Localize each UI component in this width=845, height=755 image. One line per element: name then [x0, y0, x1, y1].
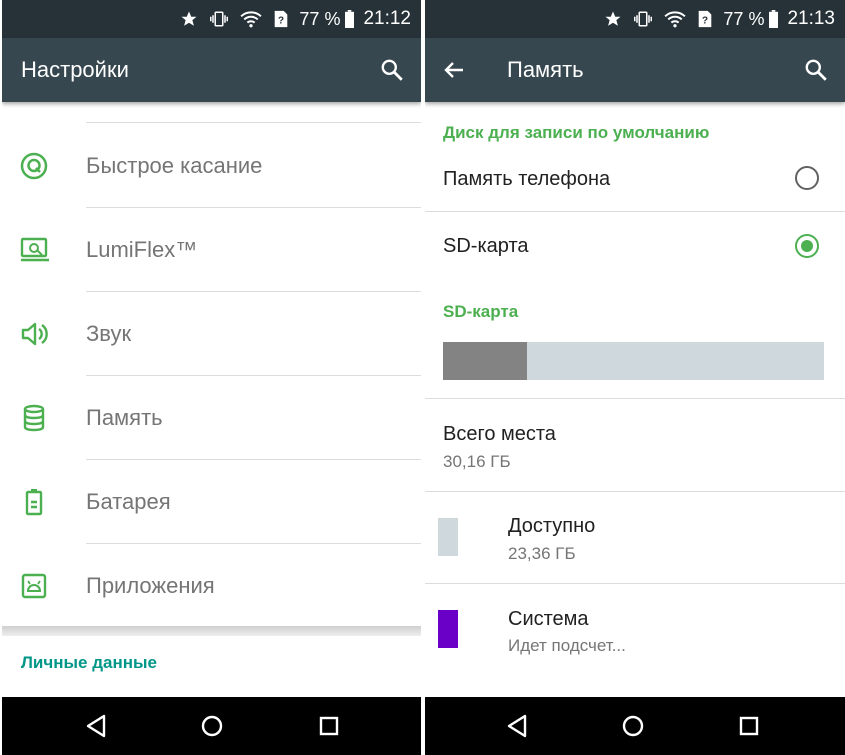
section-divider	[2, 626, 421, 636]
vibrate-icon	[633, 9, 653, 29]
settings-item-label: Память	[86, 405, 163, 430]
app-bar: Настройки	[2, 38, 421, 102]
storage-icon	[20, 404, 48, 432]
settings-item-label: Батарея	[86, 489, 171, 514]
settings-item-battery[interactable]: Батарея	[2, 460, 421, 544]
option-phone-memory[interactable]: Память телефона	[425, 146, 845, 212]
svg-text:?: ?	[278, 16, 284, 27]
available-row[interactable]: Доступно 23,36 ГБ	[425, 492, 845, 584]
option-label: SD-карта	[443, 235, 529, 257]
navigation-bar	[2, 697, 421, 755]
option-label: Память телефона	[443, 168, 611, 190]
available-color-swatch	[438, 518, 458, 556]
system-color-swatch	[438, 610, 458, 648]
quick-touch-icon	[20, 152, 48, 180]
settings-item-lumiflex[interactable]: LumiFlex™	[2, 208, 421, 292]
settings-item-label: Звук	[86, 321, 132, 346]
recents-nav-icon[interactable]	[736, 713, 762, 739]
storage-screen: ? 77 % 21:13 Память Диск для записи по у…	[425, 0, 845, 755]
storage-usage-bar	[443, 342, 824, 380]
radio-button[interactable]	[795, 234, 819, 258]
sd-card-header: SD-карта	[443, 302, 519, 321]
back-nav-icon[interactable]	[505, 713, 531, 739]
battery-status-icon	[768, 9, 779, 29]
recents-nav-icon[interactable]	[316, 713, 342, 739]
status-bar: ? 77 % 21:12	[2, 0, 421, 38]
search-icon[interactable]	[379, 57, 405, 83]
battery-icon	[20, 488, 48, 516]
total-space-title: Всего места	[443, 423, 556, 445]
option-sd-card[interactable]: SD-карта	[425, 212, 845, 280]
wifi-icon	[240, 9, 263, 29]
available-value: 23,36 ГБ	[508, 544, 576, 563]
app-bar: Память	[425, 38, 845, 102]
page-title: Настройки	[21, 57, 129, 82]
sim-icon: ?	[697, 9, 713, 29]
settings-item-quick-touch[interactable]: Быстрое касание	[2, 124, 421, 208]
system-title: Система	[508, 608, 589, 630]
total-space-value: 30,16 ГБ	[443, 452, 511, 471]
clock: 21:13	[787, 8, 835, 29]
settings-item-label: Быстрое касание	[86, 153, 263, 178]
star-icon	[604, 9, 622, 29]
sim-icon: ?	[273, 9, 289, 29]
section-header: Личные данные	[21, 653, 157, 672]
status-bar: ? 77 % 21:13	[425, 0, 845, 38]
star-icon	[180, 9, 198, 29]
settings-item-label: Приложения	[86, 573, 215, 598]
search-icon[interactable]	[803, 57, 829, 83]
settings-item-label: LumiFlex™	[86, 237, 198, 262]
back-nav-icon[interactable]	[84, 713, 110, 739]
lumiflex-icon	[20, 236, 49, 264]
home-nav-icon[interactable]	[620, 713, 646, 739]
apps-icon	[20, 572, 48, 600]
total-space-row[interactable]: Всего места 30,16 ГБ	[425, 398, 845, 492]
battery-status-icon	[344, 9, 355, 29]
settings-item-sound[interactable]: Звук	[2, 292, 421, 376]
back-arrow-icon[interactable]	[442, 58, 466, 82]
page-title: Память	[507, 57, 584, 82]
vibrate-icon	[209, 9, 229, 29]
svg-text:?: ?	[702, 16, 708, 27]
settings-item-storage[interactable]: Память	[2, 376, 421, 460]
storage-used-fill	[443, 342, 527, 380]
available-title: Доступно	[508, 515, 596, 537]
radio-button[interactable]	[795, 166, 819, 190]
battery-percent: 77 %	[723, 8, 765, 29]
settings-item-apps[interactable]: Приложения	[2, 544, 421, 628]
clock: 21:12	[363, 8, 411, 29]
wifi-icon	[664, 9, 687, 29]
settings-screen: ? 77 % 21:12 Настройки Быстрое касание L…	[2, 0, 421, 755]
system-row[interactable]: Система Идет подсчет...	[425, 584, 845, 678]
system-value: Идет подсчет...	[508, 636, 626, 655]
navigation-bar	[425, 697, 845, 755]
default-disk-header: Диск для записи по умолчанию	[443, 123, 710, 142]
battery-percent: 77 %	[299, 8, 341, 29]
divider	[86, 122, 421, 123]
home-nav-icon[interactable]	[199, 713, 225, 739]
sound-icon	[20, 320, 48, 348]
